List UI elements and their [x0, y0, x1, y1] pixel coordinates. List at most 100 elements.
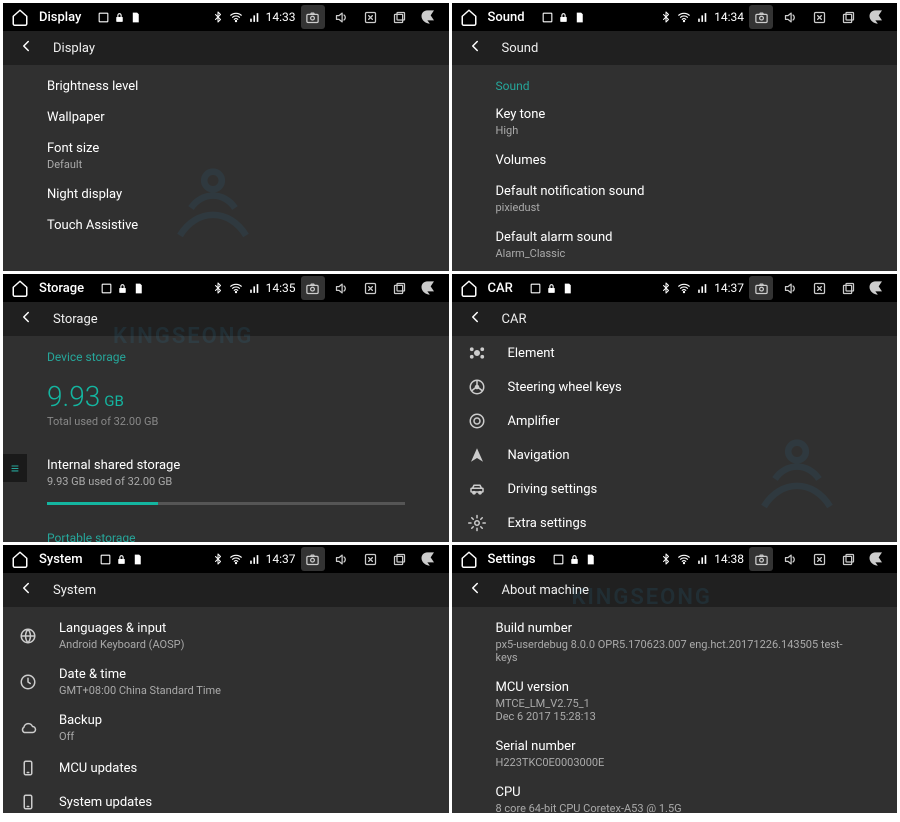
item-label: Default alarm sound	[496, 230, 854, 245]
item-label: Default notification sound	[496, 184, 854, 199]
list-item[interactable]: MCU updates	[3, 751, 449, 785]
screenshot-icon[interactable]	[301, 547, 325, 571]
item-label: Wallpaper	[47, 110, 405, 125]
screenshot-icon[interactable]	[749, 5, 773, 29]
list-item[interactable]: Date & time GMT+08:00 China Standard Tim…	[3, 659, 449, 705]
back-nav-icon[interactable]	[865, 5, 889, 29]
list-item[interactable]: Touch Assistive	[3, 210, 449, 241]
item-sub: Android Keyboard (AOSP)	[59, 638, 184, 651]
lock-icon	[113, 11, 126, 24]
list-item[interactable]: MCU version MTCE_LM_V2.75_1Dec 6 2017 15…	[452, 672, 898, 731]
screenshot-icon[interactable]	[749, 547, 773, 571]
list-item[interactable]: Factory settings	[452, 540, 898, 542]
item-sub: px5-userdebug 8.0.0 OPR5.170623.007 eng.…	[496, 638, 854, 664]
back-icon[interactable]	[466, 308, 484, 330]
volume-icon[interactable]	[330, 5, 354, 29]
close-app-icon[interactable]	[359, 276, 383, 300]
sd-icon	[129, 11, 142, 24]
statusbar-title: Storage	[39, 281, 84, 296]
recents-icon[interactable]	[836, 5, 860, 29]
nav-icon	[466, 446, 488, 464]
volume-icon[interactable]	[778, 547, 802, 571]
recents-icon[interactable]	[836, 547, 860, 571]
wifi-icon	[229, 552, 243, 566]
statusbar-time: 14:34	[714, 10, 744, 24]
close-app-icon[interactable]	[359, 547, 383, 571]
home-icon[interactable]	[11, 279, 29, 297]
volume-icon[interactable]	[330, 276, 354, 300]
volume-icon[interactable]	[330, 547, 354, 571]
screenshot-icon[interactable]	[301, 276, 325, 300]
recents-icon[interactable]	[388, 5, 412, 29]
home-icon[interactable]	[11, 8, 29, 26]
back-icon[interactable]	[466, 37, 484, 59]
close-app-icon[interactable]	[807, 547, 831, 571]
item-sub: 8 core 64-bit CPU Coretex-A53 @ 1.5G	[496, 802, 854, 813]
bluetooth-icon	[660, 553, 672, 565]
list-item[interactable]: Backup Off	[3, 705, 449, 751]
list-item[interactable]: Night display	[3, 179, 449, 210]
list-item[interactable]: Extra settings	[452, 506, 898, 540]
status-bar: System 14:37	[3, 545, 449, 573]
status-bar: Display 14:33	[3, 3, 449, 31]
side-tab-icon[interactable]: ≡	[3, 454, 27, 482]
back-icon[interactable]	[17, 579, 35, 601]
list-item[interactable]: Brightness level	[3, 71, 449, 102]
panel-about: Settings 14:38 About machine Build num	[452, 545, 898, 813]
list-item[interactable]: Amplifier	[452, 404, 898, 438]
list-item[interactable]: Volumes	[452, 145, 898, 176]
list-item[interactable]: Font size Default	[3, 133, 449, 179]
list-item[interactable]: Internal shared storage 9.93 GB used of …	[3, 450, 449, 496]
item-sub: Default	[47, 158, 405, 171]
list-item[interactable]: Driving settings	[452, 472, 898, 506]
wifi-icon	[229, 10, 243, 24]
storage-progress	[47, 502, 405, 505]
recents-icon[interactable]	[836, 276, 860, 300]
volume-icon[interactable]	[778, 276, 802, 300]
list-item[interactable]: Serial number H223TKC0E0003000E	[452, 731, 898, 777]
item-label: Date & time	[59, 667, 221, 682]
recents-icon[interactable]	[388, 276, 412, 300]
statusbar-time: 14:38	[714, 552, 744, 566]
bluetooth-icon	[212, 11, 224, 23]
close-app-icon[interactable]	[807, 5, 831, 29]
screenshot-icon[interactable]	[301, 5, 325, 29]
list-item[interactable]: Languages & input Android Keyboard (AOSP…	[3, 613, 449, 659]
item-sub: GMT+08:00 China Standard Time	[59, 684, 221, 697]
list-item[interactable]: Default notification sound pixiedust	[452, 176, 898, 222]
home-icon[interactable]	[11, 550, 29, 568]
back-icon[interactable]	[466, 579, 484, 601]
recents-icon[interactable]	[388, 547, 412, 571]
back-nav-icon[interactable]	[417, 547, 441, 571]
amp-icon	[466, 412, 488, 430]
home-icon[interactable]	[460, 550, 478, 568]
storage-summary[interactable]: 9.93GB Total used of 32.00 GB	[3, 370, 449, 432]
list-item[interactable]: Build number px5-userdebug 8.0.0 OPR5.17…	[452, 613, 898, 672]
home-icon[interactable]	[460, 279, 478, 297]
lock-icon	[115, 553, 128, 566]
item-label: Brightness level	[47, 79, 405, 94]
list-item[interactable]: Navigation	[452, 438, 898, 472]
back-icon[interactable]	[17, 308, 35, 330]
statusbar-title: CAR	[488, 281, 513, 296]
close-app-icon[interactable]	[359, 5, 383, 29]
back-nav-icon[interactable]	[865, 276, 889, 300]
back-nav-icon[interactable]	[865, 547, 889, 571]
list-item[interactable]: Key tone High	[452, 99, 898, 145]
list-item[interactable]: System updates	[3, 785, 449, 813]
volume-icon[interactable]	[778, 5, 802, 29]
list-item[interactable]: Wallpaper	[3, 102, 449, 133]
list-item[interactable]: Steering wheel keys	[452, 370, 898, 404]
back-icon[interactable]	[17, 37, 35, 59]
list-item[interactable]: CPU 8 core 64-bit CPU Coretex-A53 @ 1.5G	[452, 777, 898, 813]
close-app-icon[interactable]	[807, 276, 831, 300]
lock-icon	[557, 11, 570, 24]
back-nav-icon[interactable]	[417, 5, 441, 29]
home-icon[interactable]	[460, 8, 478, 26]
item-label: Internal shared storage	[47, 458, 405, 473]
list-item[interactable]: Element	[452, 336, 898, 370]
list-item[interactable]: Default alarm sound Alarm_Classic	[452, 222, 898, 268]
screenshot-icon[interactable]	[749, 276, 773, 300]
statusbar-time: 14:35	[266, 281, 296, 295]
back-nav-icon[interactable]	[417, 276, 441, 300]
